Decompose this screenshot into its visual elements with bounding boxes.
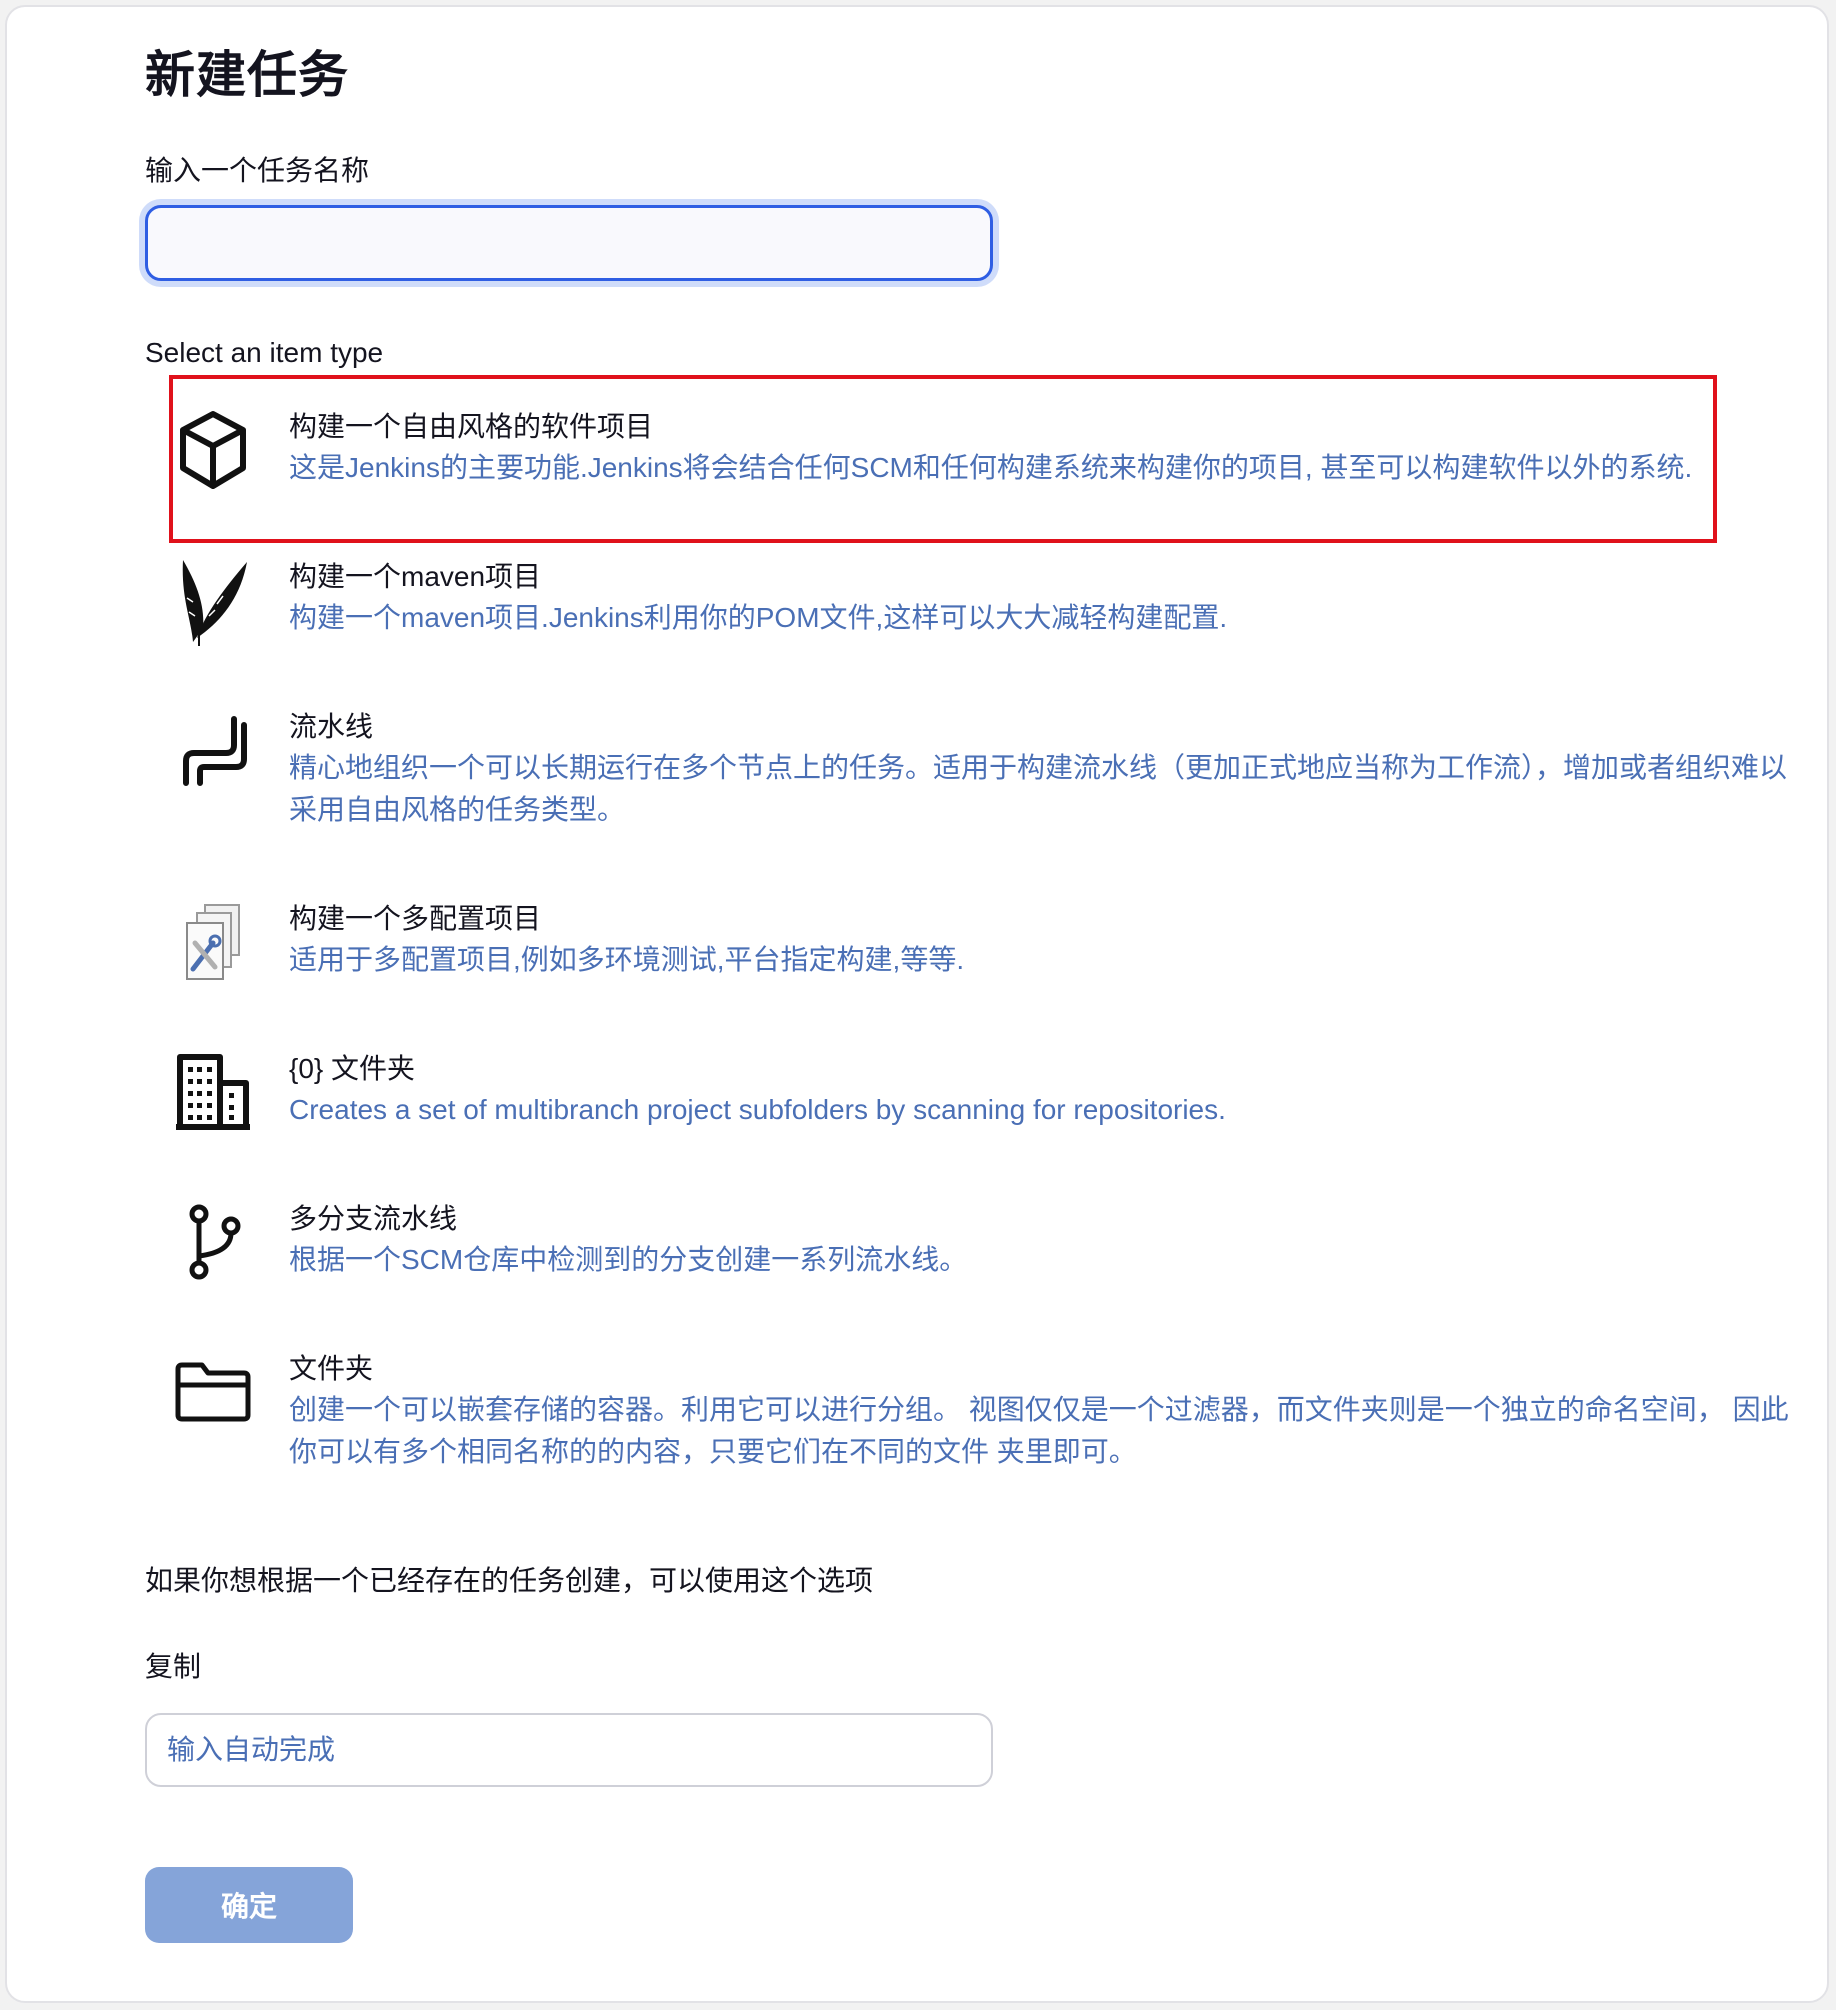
package-box-icon	[171, 405, 255, 495]
item-title: 多分支流水线	[289, 1203, 458, 1234]
item-description: Creates a set of multibranch project sub…	[289, 1094, 1226, 1125]
item-title: 构建一个多配置项目	[289, 903, 542, 934]
item-description: 精心地组织一个可以长期运行在多个节点上的任务。适用于构建流水线（更加正式地应当称…	[289, 752, 1788, 825]
main-panel: 新建任务 输入一个任务名称 Select an item type 构建一个自由…	[5, 5, 1829, 2003]
page-title: 新建任务	[145, 47, 349, 103]
pipeline-icon	[171, 705, 255, 795]
new-item-form: 新建任务 输入一个任务名称 Select an item type 构建一个自由…	[145, 7, 1827, 2001]
copy-label: 复制	[145, 1651, 202, 1682]
item-title: 流水线	[289, 711, 374, 742]
item-description: 创建一个可以嵌套存储的容器。利用它可以进行分组。 视图仅仅是一个过滤器，而文件夹…	[289, 1394, 1789, 1467]
maven-feather-icon	[171, 555, 255, 646]
multi-config-icon	[171, 897, 255, 987]
item-description: 根据一个SCM仓库中检测到的分支创建一系列流水线。	[289, 1244, 968, 1275]
item-description: 构建一个maven项目.Jenkins利用你的POM文件,这样可以大大减轻构建配…	[289, 602, 1228, 633]
folder-icon	[171, 1347, 255, 1437]
item-title: 构建一个自由风格的软件项目	[289, 411, 654, 442]
item-name-label: 输入一个任务名称	[145, 155, 370, 186]
copy-from-input[interactable]	[145, 1713, 993, 1787]
item-title: 构建一个maven项目	[289, 561, 542, 592]
item-description: 适用于多配置项目,例如多环境测试,平台指定构建,等等.	[289, 944, 965, 975]
item-title: {0} 文件夹	[289, 1053, 416, 1084]
item-type-label: Select an item type	[145, 337, 384, 368]
item-title: 文件夹	[289, 1353, 374, 1384]
organization-building-icon	[171, 1047, 255, 1137]
copy-hint: 如果你想根据一个已经存在的任务创建，可以使用这个选项	[145, 1565, 874, 1596]
ok-button[interactable]: 确定	[145, 1867, 353, 1943]
branch-icon	[171, 1197, 255, 1287]
item-description: 这是Jenkins的主要功能.Jenkins将会结合任何SCM和任何构建系统来构…	[289, 452, 1693, 483]
item-name-input[interactable]	[145, 205, 993, 281]
